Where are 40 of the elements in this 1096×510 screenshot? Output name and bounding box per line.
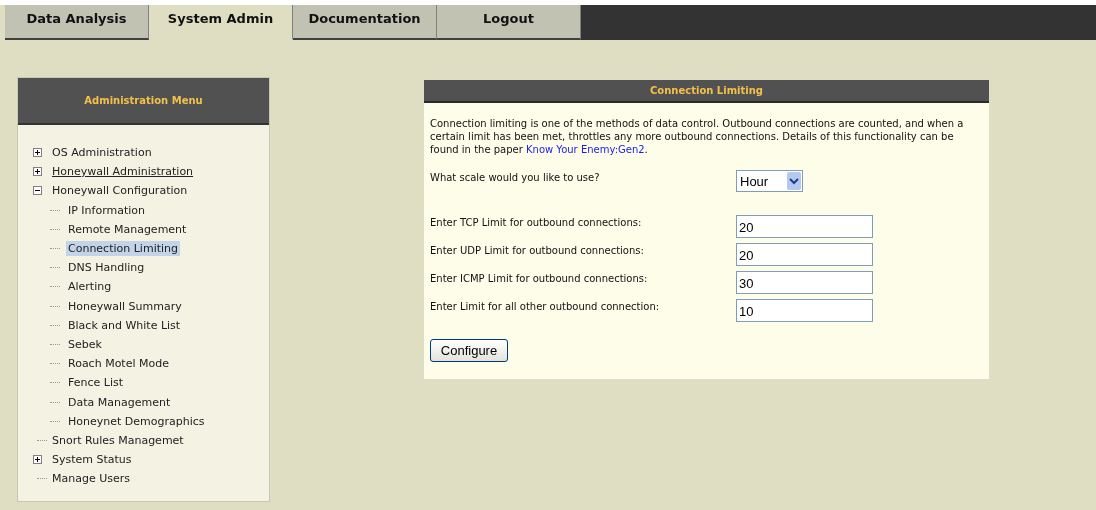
- menu-item[interactable]: OS Administration: [50, 145, 154, 161]
- collapse-icon[interactable]: [33, 186, 42, 196]
- menu-item[interactable]: Honeywall Summary: [66, 298, 184, 314]
- limit-input[interactable]: 30: [736, 271, 873, 294]
- menu-item[interactable]: Fence List: [66, 375, 125, 391]
- menu-item[interactable]: DNS Handling: [66, 260, 147, 276]
- nav-tab[interactable]: Data Analysis: [5, 5, 149, 40]
- menu-item[interactable]: Connection Limiting: [66, 241, 181, 257]
- menu-item[interactable]: Alerting: [66, 279, 114, 295]
- menu-item[interactable]: Black and White List: [66, 317, 183, 333]
- expand-icon[interactable]: [33, 167, 42, 177]
- menu-item[interactable]: Honeywall Configuration: [50, 183, 190, 199]
- field-label: Enter UDP Limit for outbound connections:: [430, 244, 645, 256]
- nav-tab[interactable]: Logout: [437, 5, 581, 40]
- menu-item[interactable]: Snort Rules Managemet: [50, 432, 186, 448]
- menu-item[interactable]: Sebek: [66, 336, 104, 352]
- menu-item[interactable]: IP Information: [66, 202, 148, 218]
- menu-item[interactable]: Honeynet Demographics: [66, 413, 207, 429]
- field-label: Enter ICMP Limit for outbound connections:: [430, 272, 649, 284]
- menu-item[interactable]: Remote Management: [66, 221, 189, 237]
- limit-input[interactable]: 20: [736, 215, 873, 238]
- field-label: Enter Limit for all other outbound connection:: [430, 300, 661, 312]
- limit-input[interactable]: 20: [736, 243, 873, 266]
- panel-title: Connection Limiting: [650, 85, 763, 96]
- menu-item[interactable]: Data Management: [66, 394, 173, 410]
- configure-button[interactable]: Configure: [430, 339, 508, 362]
- limit-input[interactable]: 10: [736, 299, 873, 322]
- field-label: Enter TCP Limit for outbound connections:: [430, 216, 643, 228]
- expand-icon[interactable]: [33, 148, 42, 158]
- menu-item[interactable]: Honeywall Administration: [50, 164, 196, 180]
- menu-item[interactable]: Roach Motel Mode: [66, 356, 171, 372]
- expand-icon[interactable]: [33, 455, 42, 465]
- sidebar-title: Administration Menu: [84, 95, 203, 106]
- nav-tab[interactable]: Documentation: [293, 5, 437, 40]
- description-text: Connection limiting is one of the methods of data control. Outbound connections are counted, and when a certain limit has been met, throttles any more outbound connections. Details of this functionality can be found in the paper Know Your Enemy:Gen2.: [430, 117, 965, 156]
- field-label: What scale would you like to use?: [430, 171, 601, 183]
- menu-item[interactable]: Manage Users: [50, 471, 132, 487]
- paper-link[interactable]: Know Your Enemy:Gen2: [526, 144, 645, 155]
- menu-item[interactable]: System Status: [50, 452, 134, 468]
- scale-dropdown[interactable]: Hour: [736, 170, 803, 192]
